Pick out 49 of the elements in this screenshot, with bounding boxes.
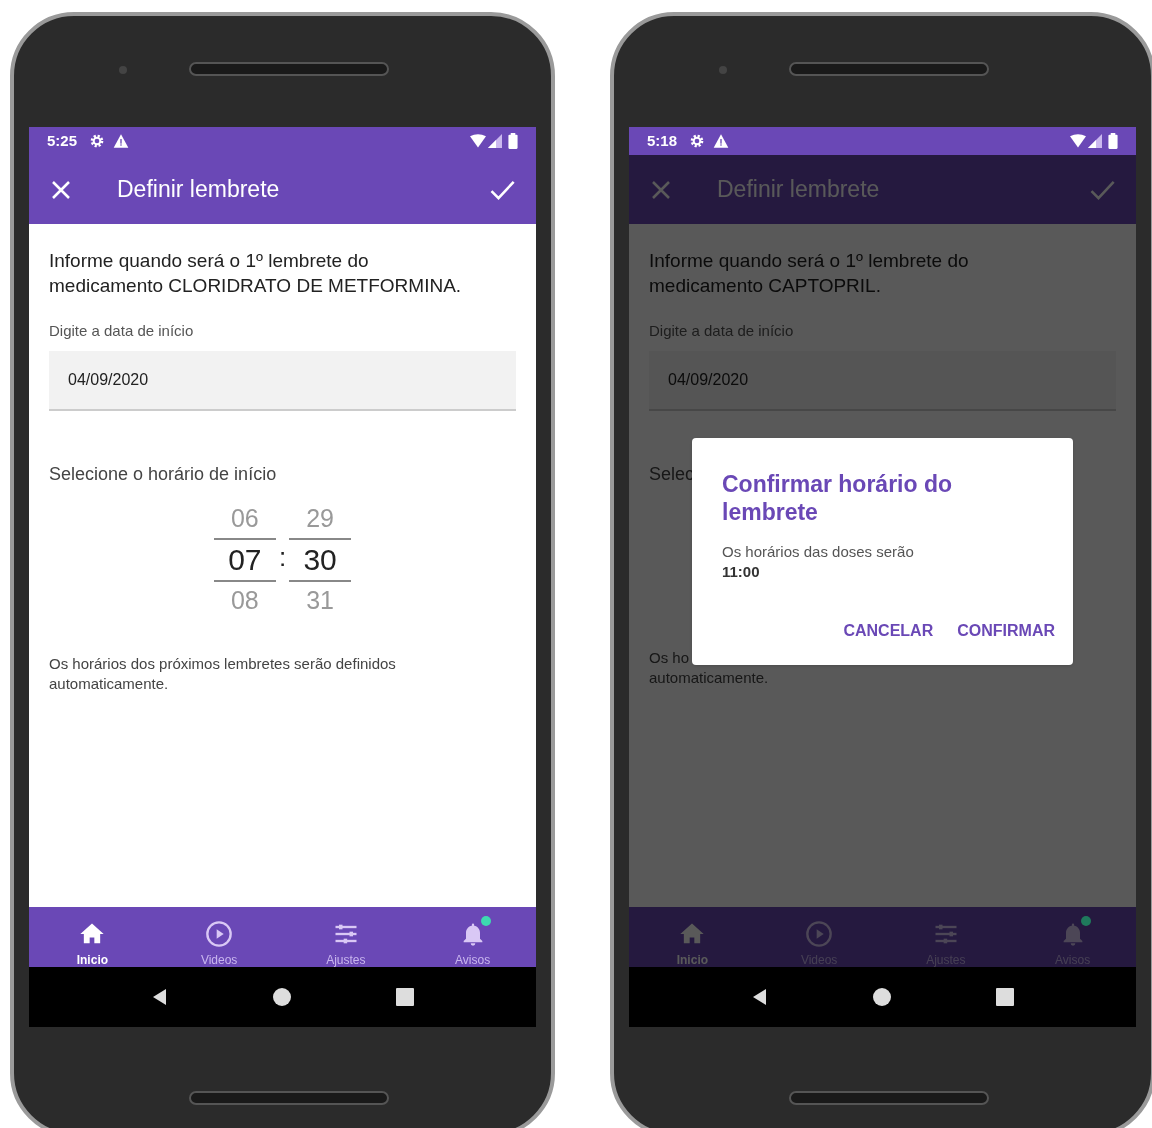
signal-icon: [1088, 134, 1102, 148]
field-label: Digite a data de início: [49, 321, 195, 341]
note-text: Os ho automaticamente.: [649, 647, 769, 688]
screen-title: Definir lembrete: [717, 175, 881, 205]
gear-icon: [689, 133, 706, 149]
signal-icon: [488, 134, 502, 148]
intro-text: Informe quando será o 1º lembrete do medicamento CLORIDRATO DE METFORMINA.: [49, 249, 463, 298]
status-time: 5:18: [647, 130, 678, 151]
time-picker-option[interactable]: 07: [213, 537, 276, 582]
time-picker-option[interactable]: 08: [213, 581, 276, 620]
dialog-title: Confirmar horário do lembrete: [722, 470, 953, 526]
warning-icon: [113, 133, 130, 149]
dialog-button[interactable]: CANCELAR: [835, 613, 942, 649]
time-picker-option[interactable]: 06: [213, 499, 276, 538]
time-picker-option[interactable]: 30: [289, 537, 352, 582]
warning-icon: [713, 133, 730, 149]
play-icon: [205, 920, 234, 948]
nav-tab[interactable]: Ajustes: [282, 907, 410, 967]
date-field[interactable]: 04/09/2020: [49, 350, 516, 411]
field-label: Selec: [649, 462, 695, 486]
screen-title: Definir lembrete: [117, 175, 281, 205]
wifi-icon: [470, 134, 486, 148]
recents-icon[interactable]: [994, 987, 1015, 1007]
battery-icon: [1108, 133, 1118, 149]
dialog-button[interactable]: CONFIRMAR: [949, 613, 1063, 649]
dialog-message: Os horários das doses serão: [722, 542, 915, 562]
battery-icon: [508, 133, 518, 149]
recents-icon[interactable]: [394, 987, 415, 1007]
dialog-time: 11:00: [722, 562, 761, 582]
status-time: 5:25: [47, 130, 78, 151]
field-label: Selecione o horário de início: [49, 462, 277, 486]
gear-icon: [89, 133, 106, 149]
date-field[interactable]: 04/09/2020: [649, 350, 1116, 411]
nav-tab[interactable]: Inicio: [29, 907, 156, 967]
intro-text: Informe quando será o 1º lembrete do medicamento CAPTOPRIL.: [649, 249, 970, 298]
nav-tab[interactable]: Inicio: [629, 907, 756, 967]
field-label: Digite a data de início: [649, 321, 795, 341]
note-text: Os horários dos próximos lembretes serão definidos automaticamente.: [49, 653, 396, 694]
play-icon: [805, 920, 834, 948]
nav-tab[interactable]: Videos: [155, 907, 283, 967]
time-separator: :: [278, 541, 287, 574]
time-picker-option[interactable]: 29: [289, 499, 352, 538]
camera-icon: [119, 66, 127, 74]
home-circle-icon[interactable]: [272, 987, 293, 1007]
nav-tab[interactable]: Avisos: [409, 907, 536, 967]
wifi-icon: [1070, 134, 1086, 148]
camera-icon: [719, 66, 727, 74]
home-circle-icon[interactable]: [872, 987, 893, 1007]
time-picker-option[interactable]: 31: [289, 581, 352, 620]
